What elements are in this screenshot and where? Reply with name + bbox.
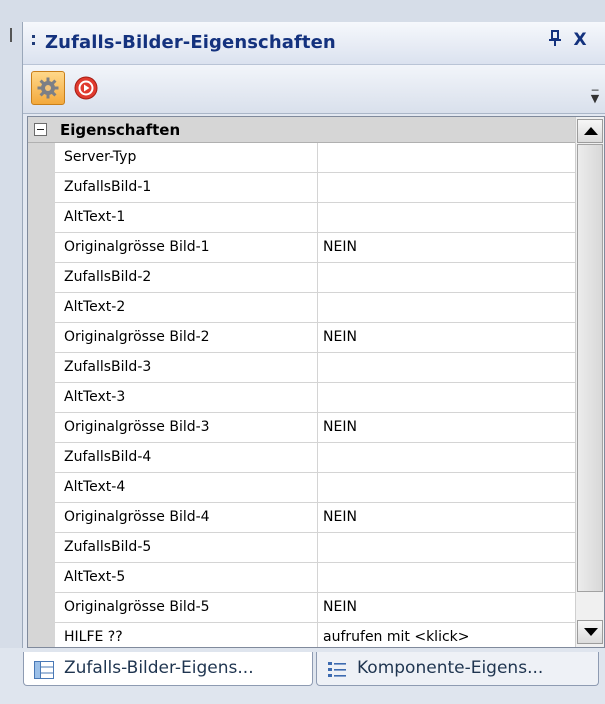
property-value[interactable]: aufrufen mit <klick> <box>323 629 470 645</box>
column-divider[interactable] <box>317 293 318 323</box>
property-value[interactable]: NEIN <box>323 419 357 435</box>
property-name: AltText-3 <box>64 389 126 405</box>
property-name: ZufallsBild-3 <box>64 359 152 375</box>
drag-grip-icon[interactable] <box>32 35 35 53</box>
column-divider[interactable] <box>317 593 318 623</box>
property-name: ZufallsBild-2 <box>64 269 152 285</box>
property-row[interactable]: Originalgrösse Bild-2 NEIN <box>55 323 575 353</box>
column-divider[interactable] <box>317 143 318 173</box>
property-value[interactable]: NEIN <box>323 329 357 345</box>
pin-icon <box>549 30 561 46</box>
toolbar-overflow-icon[interactable]: ─ ▼ <box>589 85 601 109</box>
dock-divider <box>10 28 12 42</box>
property-name: ZufallsBild-4 <box>64 449 152 465</box>
property-row[interactable]: Originalgrösse Bild-3 NEIN <box>55 413 575 443</box>
properties-button[interactable] <box>31 71 65 105</box>
category-label: Eigenschaften <box>60 121 181 139</box>
property-name: AltText-1 <box>64 209 126 225</box>
column-divider[interactable] <box>317 233 318 263</box>
column-divider[interactable] <box>317 563 318 593</box>
property-name: Originalgrösse Bild-5 <box>64 599 210 615</box>
window-top-strip <box>0 0 605 22</box>
property-name: ZufallsBild-1 <box>64 179 152 195</box>
column-divider[interactable] <box>317 383 318 413</box>
column-divider[interactable] <box>317 443 318 473</box>
property-value[interactable]: NEIN <box>323 509 357 525</box>
tab-label: Komponente-Eigens... <box>357 658 544 678</box>
panel-tabstrip: Zufalls-Bilder-Eigens... Komponente-Eige… <box>0 648 605 704</box>
vertical-scrollbar[interactable] <box>575 117 604 647</box>
category-header[interactable]: Eigenschaften <box>28 117 575 143</box>
property-row[interactable]: AltText-2 <box>55 293 575 323</box>
column-divider[interactable] <box>317 203 318 233</box>
property-name: Originalgrösse Bild-4 <box>64 509 210 525</box>
property-row[interactable]: ZufallsBild-5 <box>55 533 575 563</box>
property-row[interactable]: Originalgrösse Bild-1 NEIN <box>55 233 575 263</box>
property-grid: Eigenschaften Server-Typ ZufallsBild-1 Alt… <box>27 116 605 648</box>
property-row[interactable]: Originalgrösse Bild-4 NEIN <box>55 503 575 533</box>
property-name: AltText-2 <box>64 299 126 315</box>
events-button[interactable] <box>69 71 103 105</box>
property-row[interactable]: Server-Typ <box>55 143 575 173</box>
property-name: Originalgrösse Bild-3 <box>64 419 210 435</box>
collapse-icon[interactable] <box>34 123 47 136</box>
scroll-thumb[interactable] <box>577 144 603 592</box>
property-name: Originalgrösse Bild-2 <box>64 329 210 345</box>
panel-titlebar: Zufalls-Bilder-Eigenschaften X <box>23 22 605 65</box>
property-row[interactable]: AltText-5 <box>55 563 575 593</box>
property-row[interactable]: AltText-3 <box>55 383 575 413</box>
column-divider[interactable] <box>317 413 318 443</box>
column-divider[interactable] <box>317 623 318 647</box>
column-divider[interactable] <box>317 173 318 203</box>
tab-komponente-eigenschaften[interactable]: Komponente-Eigens... <box>316 652 599 686</box>
column-divider[interactable] <box>317 323 318 353</box>
property-name: Originalgrösse Bild-1 <box>64 239 210 255</box>
close-button[interactable]: X <box>569 29 591 51</box>
property-row[interactable]: ZufallsBild-3 <box>55 353 575 383</box>
column-divider[interactable] <box>317 533 318 563</box>
pin-button[interactable] <box>545 30 565 52</box>
property-name: Server-Typ <box>64 149 137 165</box>
column-divider[interactable] <box>317 263 318 293</box>
property-value[interactable]: NEIN <box>323 239 357 255</box>
property-row[interactable]: AltText-1 <box>55 203 575 233</box>
dock-left-edge <box>0 22 23 704</box>
tab-label: Zufalls-Bilder-Eigens... <box>64 658 254 678</box>
lightning-icon <box>74 76 98 100</box>
property-row[interactable]: ZufallsBild-1 <box>55 173 575 203</box>
panel-toolbar: ─ ▼ <box>23 65 605 114</box>
property-row[interactable]: ZufallsBild-4 <box>55 443 575 473</box>
tab-zufalls-bilder-eigenschaften[interactable]: Zufalls-Bilder-Eigens... <box>23 652 313 686</box>
component-list-icon <box>328 662 346 677</box>
property-row[interactable]: AltText-4 <box>55 473 575 503</box>
column-divider[interactable] <box>317 353 318 383</box>
scroll-up-button[interactable] <box>577 119 603 143</box>
property-row[interactable]: Originalgrösse Bild-5 NEIN <box>55 593 575 623</box>
properties-panel: Zufalls-Bilder-Eigenschaften X ─ ▼ Eigen… <box>23 22 605 648</box>
column-divider[interactable] <box>317 473 318 503</box>
property-gutter <box>28 143 55 647</box>
property-name: HILFE ?? <box>64 629 123 645</box>
property-row[interactable]: ZufallsBild-2 <box>55 263 575 293</box>
property-grid-icon <box>34 661 54 679</box>
column-divider[interactable] <box>317 503 318 533</box>
scroll-down-button[interactable] <box>577 620 603 644</box>
property-value[interactable]: NEIN <box>323 599 357 615</box>
property-rows: Server-Typ ZufallsBild-1 AltText-1 Original… <box>55 143 575 647</box>
panel-title: Zufalls-Bilder-Eigenschaften <box>45 32 336 53</box>
property-row[interactable]: HILFE ?? aufrufen mit <klick> <box>55 623 575 647</box>
property-name: AltText-4 <box>64 479 126 495</box>
property-name: ZufallsBild-5 <box>64 539 152 555</box>
property-name: AltText-5 <box>64 569 126 585</box>
gear-icon <box>37 77 59 99</box>
